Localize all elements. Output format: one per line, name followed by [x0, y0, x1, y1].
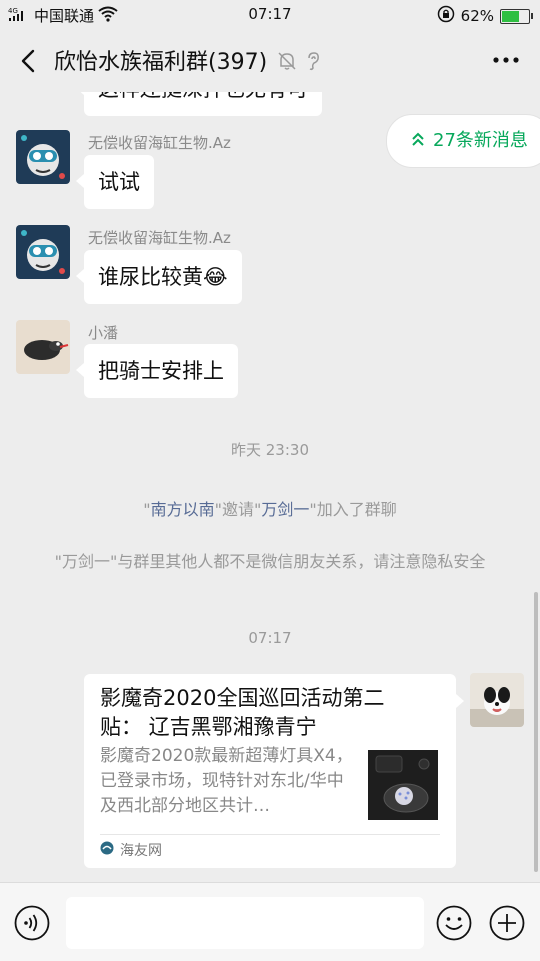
link-card-title: 影魔奇2020全国巡回活动第二贴： 辽吉黑鄂湘豫青宁 — [100, 686, 385, 739]
emoji-icon — [436, 905, 472, 941]
chat-header: 欣怡水族福利群(397) — [0, 30, 540, 92]
system-privacy-warning: "万剑一"与群里其他人都不是微信朋友关系，请注意隐私安全 — [54, 552, 486, 571]
sender-name: 无偿收留海缸生物.Az — [88, 229, 231, 247]
link-card-source-name: 海友网 — [120, 843, 162, 859]
chat-message-list[interactable]: 这样还挺深拌也无有可 无偿收留海缸生物.Az 试试 无偿收留海缸生物.Az 谁尿 — [0, 92, 540, 882]
chevron-left-icon — [21, 49, 35, 73]
invite-text: "邀请" — [214, 500, 262, 519]
link-card-source: 海友网 — [100, 840, 162, 860]
sender-name: 无偿收留海缸生物.Az — [88, 134, 231, 152]
link-card-thumbnail — [368, 750, 438, 820]
voice-icon — [14, 905, 50, 941]
status-bar: 4G 中国联通 07:17 62% — [0, 0, 540, 30]
scrollbar[interactable] — [534, 592, 538, 872]
battery-icon — [500, 8, 533, 24]
avatar[interactable] — [16, 130, 70, 184]
time-divider: 昨天 23:30 — [231, 441, 309, 459]
source-logo-icon — [100, 841, 114, 859]
chat-title: 欣怡水族福利群(397) — [54, 50, 268, 75]
more-functions-button[interactable] — [489, 905, 525, 941]
plus-icon — [489, 905, 525, 941]
earpiece-icon — [302, 50, 324, 72]
mute-bell-icon — [276, 50, 298, 72]
quote-mark: " — [143, 500, 151, 519]
message-bubble[interactable]: 这样还挺深拌也无有可 — [76, 92, 322, 116]
sender-name: 小潘 — [88, 324, 119, 342]
emoji-button[interactable] — [436, 905, 472, 941]
status-right: 62% — [437, 5, 533, 27]
new-messages-label: 27条新消息 — [433, 130, 528, 151]
message-input[interactable] — [66, 897, 424, 949]
system-invite-message: "南方以南"邀请"万剑一"加入了群聊 — [0, 497, 540, 522]
more-dots-icon — [493, 57, 519, 63]
link-card-divider — [100, 834, 440, 835]
avatar[interactable] — [470, 673, 524, 727]
avatar[interactable] — [16, 320, 70, 374]
inviter-name[interactable]: 南方以南 — [151, 500, 215, 519]
new-messages-button[interactable]: 27条新消息 — [386, 114, 540, 168]
double-chevron-up-icon — [411, 115, 425, 189]
rotation-lock-icon — [437, 5, 455, 27]
time-divider: 07:17 — [248, 629, 292, 647]
battery-percent: 62% — [460, 7, 494, 25]
link-card-description: 影魔奇2020款最新超薄灯具X4，已登录市场，现特针对东北/华中及西北部分地区共… — [100, 746, 353, 816]
more-options-button[interactable] — [490, 46, 522, 74]
back-button[interactable] — [14, 46, 44, 76]
avatar[interactable] — [16, 225, 70, 279]
link-card-message[interactable]: 影魔奇2020全国巡回活动第二贴： 辽吉黑鄂湘豫青宁 影魔奇2020款最新超薄灯… — [84, 674, 464, 868]
voice-input-button[interactable] — [14, 905, 50, 941]
input-bar — [0, 882, 540, 961]
message-bubble[interactable]: 谁尿比较黄😂 — [76, 250, 242, 304]
joined-text: "加入了群聊 — [309, 500, 397, 519]
invitee-name[interactable]: 万剑一 — [261, 500, 309, 519]
message-bubble[interactable]: 试试 — [76, 155, 154, 209]
message-bubble[interactable]: 把骑士安排上 — [76, 344, 238, 398]
